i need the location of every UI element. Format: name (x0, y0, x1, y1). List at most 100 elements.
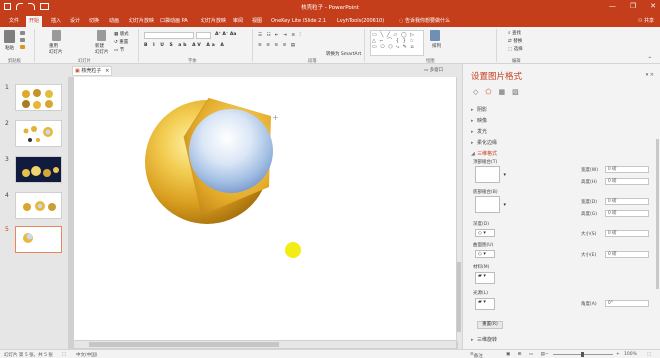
fit-slide-icon[interactable]: ⬚ (647, 352, 651, 357)
format-painter-icon[interactable] (20, 45, 25, 49)
slide-canvas[interactable]: + (74, 77, 456, 340)
convert-smartart-button[interactable]: 转换为 SmartArt (326, 51, 361, 57)
horizontal-scrollbar[interactable] (74, 341, 456, 348)
picture-icon[interactable]: ▨ (512, 88, 519, 96)
bottom-bevel-height-input[interactable]: 0 磅 (605, 210, 649, 217)
core-shell-sphere[interactable]: + (74, 77, 456, 340)
font-format-buttons[interactable]: B I U S ab AV Aa A (144, 43, 226, 48)
top-bevel-picker[interactable]: ▾ (475, 166, 506, 183)
replace-button[interactable]: ⇄ 替换 (508, 38, 522, 44)
section-shadow[interactable]: ▸ 阴影 (471, 106, 487, 113)
reuse-slide-icon[interactable] (52, 30, 61, 41)
new-slide-button[interactable]: 新建 幻灯片 (95, 43, 109, 55)
mouse-cursor-highlight (285, 242, 301, 258)
copy-icon[interactable] (20, 38, 25, 42)
tell-me-search[interactable]: ◌ 告诉我你想要做什么 (396, 16, 453, 27)
share-button[interactable]: ⚇ 共享 (638, 17, 654, 24)
lighting-angle-input[interactable]: 0° (605, 300, 649, 307)
multi-window-button[interactable]: ▭ 多窗口 (424, 67, 443, 73)
section-label: 发光 (477, 129, 488, 135)
close-tab-icon[interactable]: × (105, 67, 109, 75)
zoom-in-button[interactable]: + (616, 352, 620, 357)
depth-size-input[interactable]: 0 磅 (605, 230, 649, 237)
tab-lvyhtools[interactable]: LvyhTools(200610) (334, 16, 387, 27)
tab-design[interactable]: 设计 (67, 16, 83, 27)
section-glow[interactable]: ▸ 发光 (471, 128, 487, 135)
minimize-button[interactable]: — (609, 2, 616, 10)
slide-thumbnail-1[interactable] (15, 84, 62, 111)
slide-4-preview (23, 201, 56, 211)
find-button[interactable]: ⌕ 查找 (508, 30, 521, 36)
section-reflection[interactable]: ▸ 映像 (471, 117, 487, 124)
reuse-slide-button[interactable]: 重用 幻灯片 (49, 43, 63, 55)
tab-transitions[interactable]: 切换 (86, 16, 102, 27)
tab-slideshow[interactable]: 幻灯片放映 (126, 16, 157, 27)
select-button[interactable]: ⬚ 选择 (508, 46, 523, 52)
tab-animations[interactable]: 动画 (106, 16, 122, 27)
maximize-button[interactable]: ❐ (630, 2, 636, 10)
align-buttons[interactable]: ≡ ≡ ≡ ≡ ▤ (258, 43, 297, 48)
contour-size-input[interactable]: 0 磅 (605, 251, 649, 258)
tab-islide[interactable]: iSlide 2.1 (300, 16, 329, 27)
contour-color-picker[interactable]: ◇ ▾ (475, 250, 495, 258)
bottom-bevel-picker[interactable]: ▾ (475, 196, 506, 213)
zoom-slider[interactable] (553, 352, 613, 357)
scroll-thumb[interactable] (457, 262, 461, 332)
notes-button[interactable]: ≡ 备注 (470, 352, 483, 358)
top-bevel-width-input[interactable]: 0 磅 (605, 166, 649, 173)
size-properties-icon[interactable]: ▦ (498, 88, 505, 96)
tab-slideshow-2[interactable]: 幻灯片放映 (198, 16, 229, 27)
language-indicator[interactable]: 中文(中国) (76, 352, 98, 358)
reset-button[interactable]: ↺ 重置 (114, 39, 128, 45)
zoom-slider-thumb[interactable] (581, 352, 584, 357)
font-size-combo[interactable] (196, 32, 211, 39)
grow-font-button[interactable]: A⁺ A⁻ Aa (215, 32, 236, 37)
slide-thumbnail-3[interactable] (15, 156, 62, 183)
tab-file[interactable]: 文件 (6, 16, 22, 27)
tab-home[interactable]: 开始 (26, 16, 43, 27)
panel-scrollbar[interactable] (656, 139, 659, 289)
slide-thumbnail-4[interactable] (15, 192, 62, 219)
arrange-button[interactable]: 排列 (432, 43, 441, 49)
section-label: 三维格式 (477, 151, 498, 157)
new-slide-icon[interactable] (97, 30, 106, 41)
depth-color-picker[interactable]: ◇ ▾ (475, 229, 495, 237)
paste-button[interactable]: 粘贴 (5, 45, 14, 51)
cut-icon[interactable] (20, 31, 25, 35)
zoom-level[interactable]: 100% (624, 352, 637, 357)
scroll-thumb-h[interactable] (89, 342, 279, 347)
section-3d-rotation[interactable]: ▸ 三维旋转 (471, 336, 497, 343)
lighting-picker[interactable]: ▰ ▾ (475, 298, 495, 310)
tab-pocket-animation[interactable]: 口袋动画 PA (157, 16, 191, 27)
section-button[interactable]: ▭ 节 (114, 47, 124, 53)
reset-button[interactable]: 重置(R) (477, 321, 503, 329)
arrange-icon[interactable] (430, 30, 440, 41)
panel-controls[interactable]: ▾ × (646, 72, 654, 78)
font-name-combo[interactable] (144, 32, 194, 39)
proofing-icon[interactable]: ⬚ (62, 352, 66, 357)
tab-view[interactable]: 视图 (249, 16, 265, 27)
bottom-bevel-width-input[interactable]: 0 磅 (605, 198, 649, 205)
tab-insert[interactable]: 插入 (48, 16, 64, 27)
vertical-scrollbar[interactable] (457, 77, 461, 341)
material-picker[interactable]: ▰ ▾ (475, 272, 495, 284)
document-tab[interactable]: ▣ 核壳粒子 × (72, 66, 113, 76)
fill-line-icon[interactable]: ◇ (473, 88, 478, 96)
zoom-out-button[interactable]: − (545, 352, 549, 357)
section-3d-format[interactable]: ◢ 三维格式 (471, 150, 497, 157)
slide-thumbnail-2[interactable] (15, 120, 62, 147)
effects-icon[interactable]: ⬠ (485, 88, 491, 96)
close-button[interactable]: ✕ (650, 2, 656, 10)
list-buttons[interactable]: ☰ ☷ ⇤ ⇥ ≡ ⫶ (258, 32, 302, 38)
layout-button[interactable]: ▦ 版式 (114, 31, 129, 37)
collapse-ribbon-icon[interactable]: ^ (648, 57, 652, 62)
shape-gallery[interactable]: ▭ ╲ ╱ ▱ ◯ ▷ △ ⌐ ⌒ { } ☆ ▭ ⬠ ⬡ ⤷ ✎ ⌂ (370, 30, 424, 56)
paste-icon[interactable] (4, 30, 15, 43)
view-buttons[interactable]: ▣ ⊞ ▭ ▤ (506, 352, 548, 357)
tab-review[interactable]: 审阅 (230, 16, 246, 27)
top-bevel-height-input[interactable]: 0 磅 (605, 178, 649, 185)
section-soft-edges[interactable]: ▸ 柔化边缘 (471, 139, 497, 146)
slide-thumbnail-panel: 1 2 3 4 5 (0, 64, 68, 349)
tab-onekey[interactable]: OneKey Lite (268, 16, 304, 27)
slide-thumbnail-5-selected[interactable] (15, 226, 62, 253)
